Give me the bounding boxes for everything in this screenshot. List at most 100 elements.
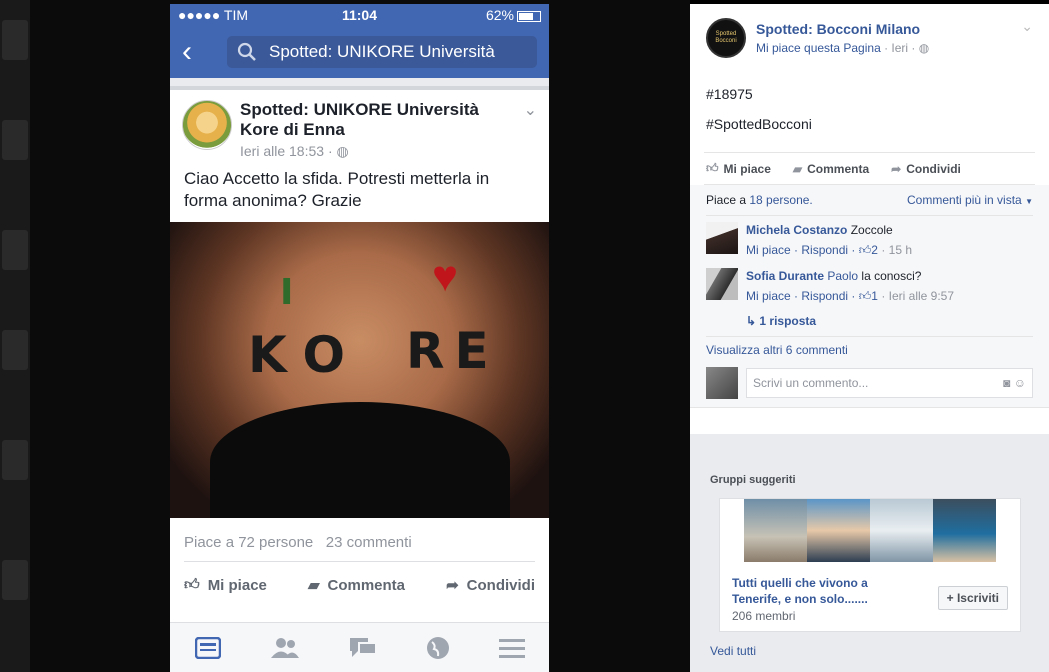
- comment-button[interactable]: ▰ Commenta: [793, 161, 869, 176]
- comment-like-link[interactable]: Mi piace: [746, 243, 791, 257]
- separator: [170, 78, 549, 90]
- thumbs-up-icon: 👍︎: [184, 576, 200, 593]
- bottom-tab-bar: [170, 622, 549, 672]
- post-number: #18975: [706, 86, 753, 102]
- post-action-bar: 👍︎ Mi piace ▰ Commenta ➦ Condividi: [170, 562, 549, 608]
- comment-item: Michela Costanzo Zoccole Mi piace · Risp…: [706, 216, 1033, 262]
- reply-count-label: 1 risposta: [759, 314, 817, 328]
- status-bar: ●●●●● TIM 11:04 62%: [170, 4, 549, 26]
- left-strip: [0, 0, 30, 672]
- see-all-link[interactable]: Vedi tutti: [710, 644, 756, 658]
- join-group-button[interactable]: + Iscriviti: [937, 586, 1008, 610]
- camera-icon[interactable]: ◙: [1003, 376, 1010, 390]
- search-bar[interactable]: Spotted: UNIKORE Università: [227, 36, 537, 68]
- comment-reply-link[interactable]: Rispondi: [801, 289, 848, 303]
- commenter-avatar[interactable]: [706, 222, 738, 254]
- photo-dark-region: [210, 402, 510, 518]
- share-arrow-icon: ➦: [891, 161, 902, 176]
- comment-reply-link[interactable]: Rispondi: [801, 243, 848, 257]
- comment-label: Commenta: [327, 576, 406, 594]
- tagged-user[interactable]: Paolo: [827, 269, 858, 283]
- thumbs-up-icon: 👍︎: [858, 289, 872, 303]
- share-arrow-icon: ➦: [446, 577, 459, 594]
- like-button[interactable]: 👍︎ Mi piace: [184, 576, 267, 594]
- post-options-chevron-icon[interactable]: ⌄: [517, 100, 537, 160]
- emoji-icon[interactable]: ☺: [1014, 376, 1026, 390]
- group-card: Tutti quelli che vivono a Tenerife, e no…: [719, 498, 1021, 632]
- comment-like-count[interactable]: 2: [871, 243, 878, 257]
- comment-input[interactable]: Scrivi un commento... ◙ ☺: [746, 368, 1033, 398]
- comment-author[interactable]: Sofia Durante: [746, 269, 824, 283]
- share-button[interactable]: ➦ Condividi: [446, 576, 535, 595]
- comment-time-sep: ·: [881, 289, 886, 303]
- post-photo[interactable]: I ♥ KO RE: [170, 222, 549, 518]
- group-members: 206 membri: [732, 609, 796, 623]
- share-label: Condividi: [466, 576, 535, 594]
- friends-icon[interactable]: [270, 637, 300, 659]
- globe-icon[interactable]: [426, 636, 450, 660]
- page-meta: Spotted: Bocconi Milano Mi piace questa …: [756, 18, 1021, 58]
- post-options-chevron-icon[interactable]: ⌄: [1021, 18, 1033, 58]
- comment-composer: Scrivi un commento... ◙ ☺: [706, 367, 1033, 407]
- photo-text-ko: KO: [248, 326, 364, 384]
- comment-like-count[interactable]: 1: [871, 289, 878, 303]
- group-name[interactable]: Tutti quelli che vivono a Tenerife, e no…: [732, 575, 882, 607]
- comment-author[interactable]: Michela Costanzo: [746, 223, 847, 237]
- hashtag-link[interactable]: #SpottedBocconi: [690, 116, 1049, 132]
- search-text: Spotted: UNIKORE Università: [269, 42, 495, 61]
- news-feed-icon[interactable]: [194, 636, 221, 659]
- search-icon: [237, 42, 256, 61]
- suggested-groups-title: Gruppi suggeriti: [710, 474, 796, 486]
- facebook-post-panel: Spotted Bocconi Spotted: Bocconi Milano …: [690, 4, 1049, 672]
- page-subline: Mi piace questa Pagina · Ieri · ◍: [756, 41, 1021, 55]
- comment-sort-dropdown[interactable]: Commenti più in vista ▼: [907, 193, 1033, 207]
- likes-link[interactable]: 18 persone.: [749, 193, 812, 207]
- comment-time: 15 h: [888, 243, 913, 257]
- share-label: Condividi: [906, 161, 961, 176]
- panel-action-bar: 👍︎ Mi piace ▰ Commenta ➦ Condividi: [704, 152, 1035, 185]
- comment-label: Commenta: [807, 161, 870, 176]
- commenter-avatar[interactable]: [706, 268, 738, 300]
- post-author[interactable]: Spotted: UNIKORE Università Kore di Enna: [240, 100, 517, 140]
- battery-icon: [517, 10, 541, 22]
- reactions-summary[interactable]: Piace a 72 persone 23 commenti: [184, 518, 535, 562]
- page-avatar[interactable]: Spotted Bocconi: [706, 18, 746, 58]
- heart-drawing: ♥: [432, 252, 459, 301]
- post-time-text: Ieri alle 18:53 ·: [240, 143, 333, 159]
- clock: 11:04: [341, 7, 378, 23]
- like-button[interactable]: 👍︎ Mi piace: [706, 161, 771, 176]
- comment-meta: Mi piace · Rispondi · 👍︎2 · 15 h: [746, 243, 913, 257]
- comment-time-sep: ·: [881, 243, 886, 257]
- comment-like-link[interactable]: Mi piace: [746, 289, 791, 303]
- likes-count[interactable]: Piace a 72 persone: [184, 534, 313, 551]
- photo-text-i: I: [280, 272, 294, 313]
- view-replies-link[interactable]: ↳ 1 risposta: [706, 308, 1033, 336]
- share-button[interactable]: ➦ Condividi: [891, 161, 961, 176]
- comments-section: Piace a 18 persone. Commenti più in vist…: [690, 185, 1049, 408]
- comments-count[interactable]: 23 commenti: [326, 534, 412, 551]
- comment-placeholder: Scrivi un commento...: [753, 376, 869, 390]
- carrier-label: ●●●●● TIM: [178, 7, 249, 23]
- back-chevron-icon[interactable]: ‹: [182, 37, 227, 67]
- group-cover-photos[interactable]: [744, 499, 996, 562]
- post-meta: Spotted: UNIKORE Università Kore di Enna…: [240, 100, 517, 160]
- battery-indicator: 62%: [421, 7, 541, 23]
- like-label: Mi piace: [723, 161, 771, 176]
- comment-meta: Mi piace · Rispondi · 👍︎1 · Ieri alle 9:…: [746, 289, 955, 303]
- post-text: Ciao Accetto la sfida. Potresti metterla…: [184, 169, 490, 210]
- comment-text: Zoccole: [850, 223, 893, 237]
- comment-icon: ▰: [307, 577, 320, 594]
- menu-icon[interactable]: [498, 638, 525, 658]
- comment-icon: ▰: [792, 161, 803, 176]
- phone-screenshot: ●●●●● TIM 11:04 62% ‹ Spotted: UNIKORE U…: [170, 4, 549, 672]
- page-avatar[interactable]: [182, 100, 232, 150]
- thumbs-up-icon: 👍︎: [858, 243, 872, 257]
- photo-text-re: RE: [406, 322, 499, 380]
- messages-icon[interactable]: [349, 637, 377, 659]
- page-name[interactable]: Spotted: Bocconi Milano: [756, 21, 1021, 37]
- comment-button[interactable]: ▰ Commenta: [307, 576, 406, 595]
- like-page-link[interactable]: Mi piace questa Pagina: [756, 41, 881, 55]
- post-time: · Ieri ·: [884, 41, 916, 55]
- view-more-comments-link[interactable]: Visualizza altri 6 commenti: [706, 336, 1033, 367]
- page-header: Spotted Bocconi Spotted: Bocconi Milano …: [690, 4, 1049, 72]
